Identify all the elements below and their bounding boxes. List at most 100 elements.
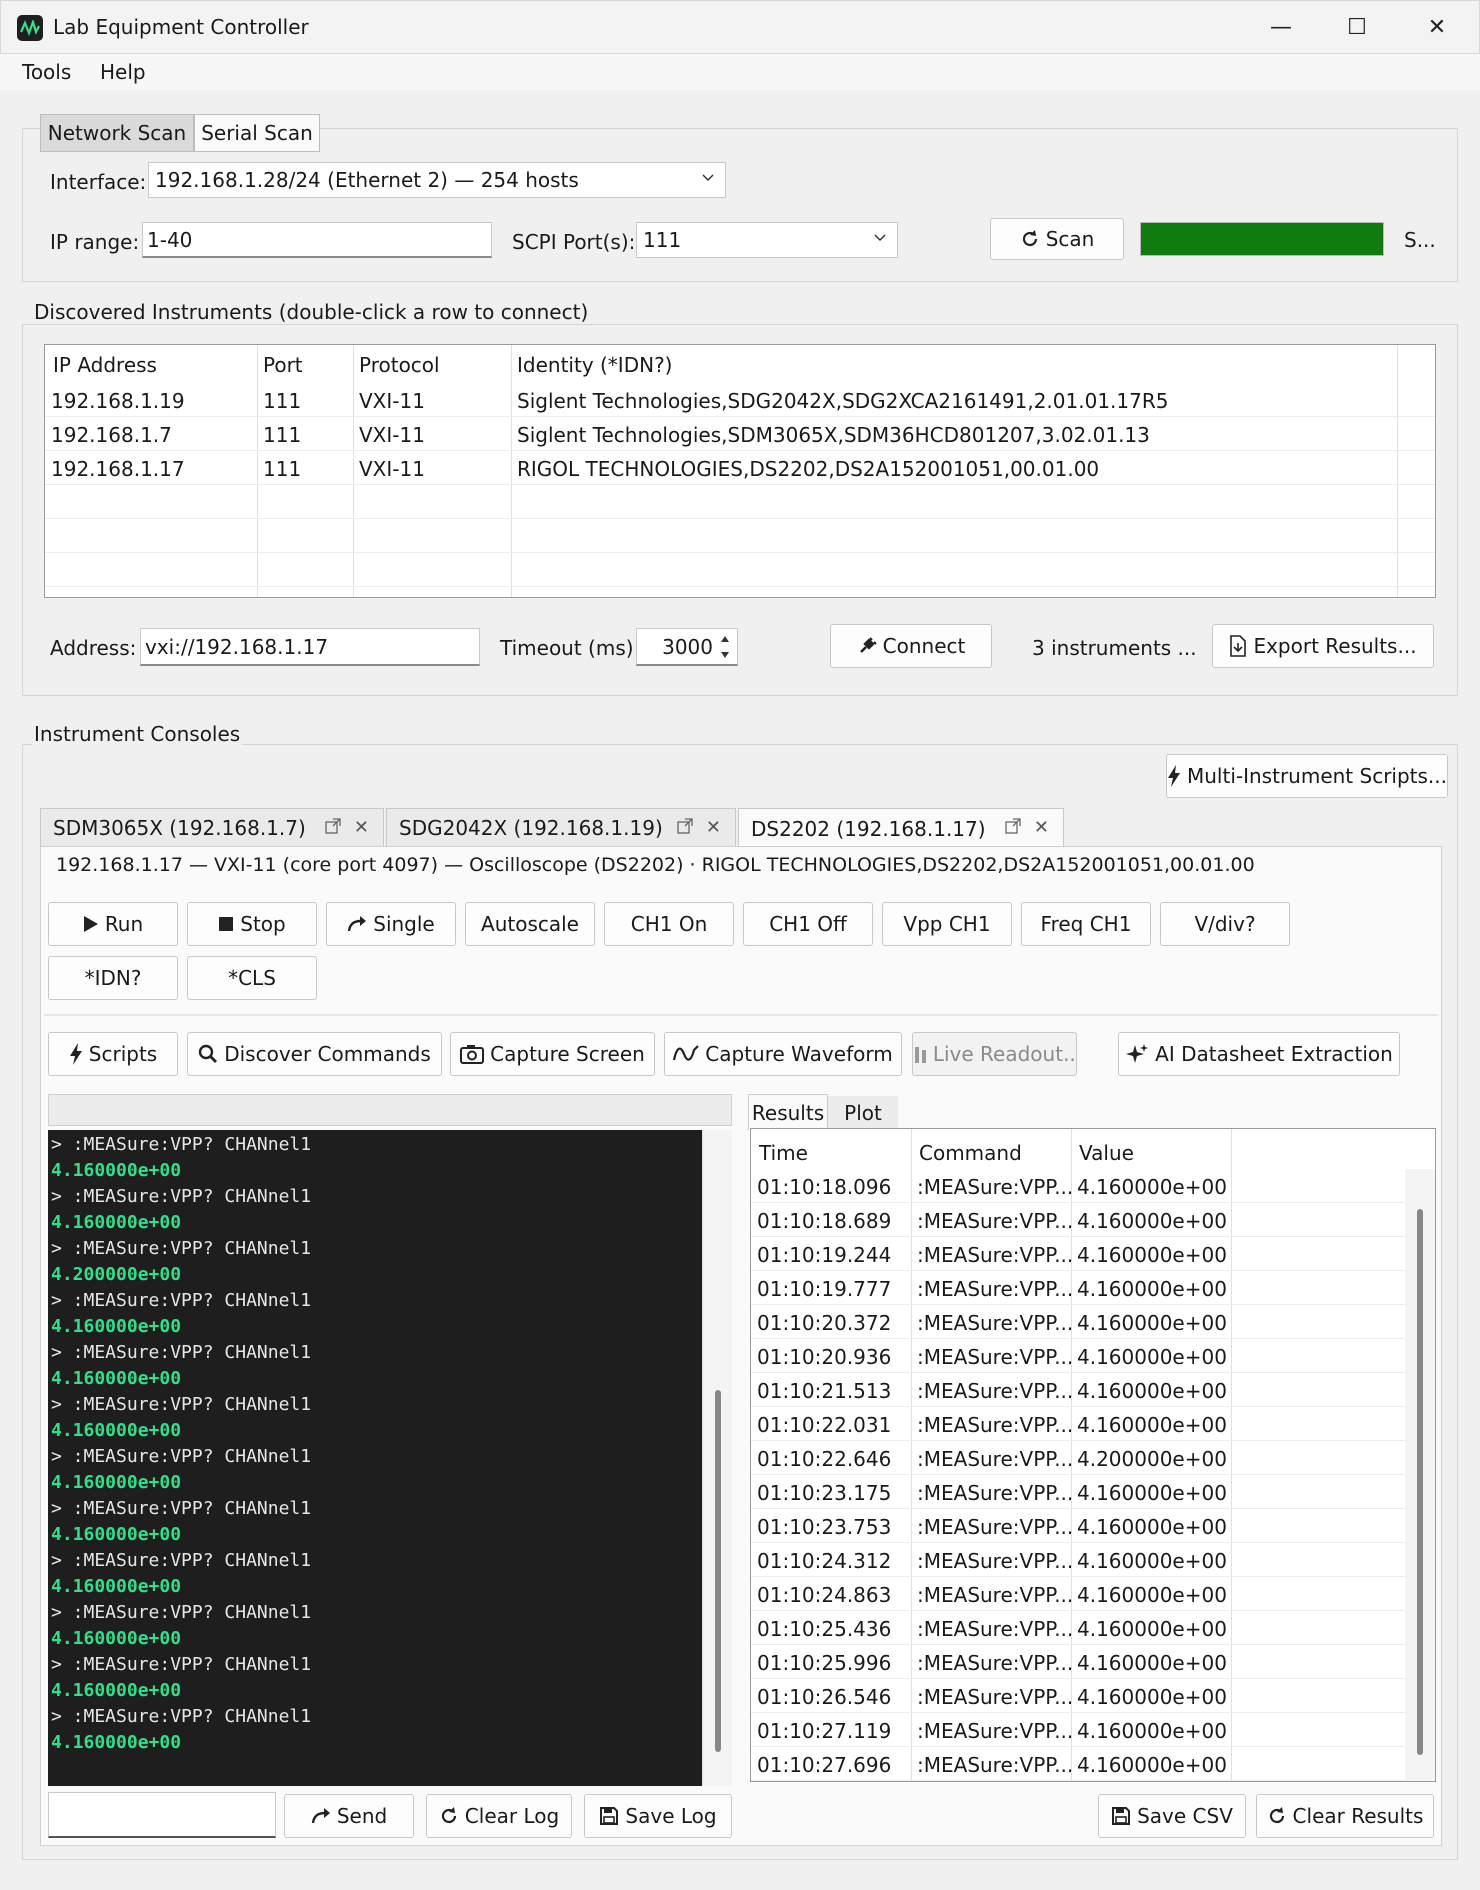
cell-value: 4.160000e+00 [1077,1515,1227,1539]
log-command-line: > :MEASure:VPP? CHANnel1 [51,1706,312,1727]
scpi-port-select[interactable]: 111 [636,222,898,258]
tab-serial-scan[interactable]: Serial Scan [194,114,320,152]
results-row[interactable]: 01:10:25.996:MEASure:VPP... 4.160000e+00 [751,1645,1405,1679]
autoscale-button[interactable]: Autoscale [465,902,595,946]
col-value[interactable]: Value [1079,1141,1134,1165]
save-csv-button[interactable]: Save CSV [1098,1794,1246,1838]
cell-time: 01:10:24.312 [757,1549,892,1573]
cell-time: 01:10:26.546 [757,1685,892,1709]
results-row[interactable]: 01:10:19.777:MEASure:VPP... 4.160000e+00 [751,1271,1405,1305]
results-row[interactable]: 01:10:22.031:MEASure:VPP... 4.160000e+00 [751,1407,1405,1441]
results-row[interactable]: 01:10:24.312:MEASure:VPP... 4.160000e+00 [751,1543,1405,1577]
tab-sdm3065x[interactable]: SDM3065X (192.168.1.7) ✕ [40,808,384,846]
clear-log-button[interactable]: Clear Log [426,1794,572,1838]
connect-button[interactable]: Connect [830,624,992,668]
results-row[interactable]: 01:10:25.436:MEASure:VPP... 4.160000e+00 [751,1611,1405,1645]
lightning-icon [69,1043,83,1065]
ai-datasheet-extraction-button[interactable]: AI Datasheet Extraction [1118,1032,1400,1076]
export-results-button[interactable]: Export Results... [1212,624,1434,668]
clear-results-button[interactable]: Clear Results [1256,1794,1434,1838]
tab-plot[interactable]: Plot [828,1096,898,1130]
close-tab-icon[interactable]: ✕ [354,817,369,838]
col-port[interactable]: Port [263,353,303,377]
scripts-button[interactable]: Scripts [48,1032,178,1076]
log-scrollbar[interactable] [702,1130,732,1786]
vdiv-query-button[interactable]: V/div? [1160,902,1290,946]
cell-value: 4.160000e+00 [1077,1243,1227,1267]
stop-button[interactable]: Stop [187,902,317,946]
log-scrollbar-thumb[interactable] [715,1390,721,1752]
refresh-icon [1267,1806,1287,1826]
results-row[interactable]: 01:10:19.244:MEASure:VPP... 4.160000e+00 [751,1237,1405,1271]
ch1-off-button[interactable]: CH1 Off [743,902,873,946]
table-row[interactable]: 192.168.1.17 111 VXI-11 RIGOL TECHNOLOGI… [45,451,1435,485]
maximize-button[interactable]: ☐ [1317,1,1397,53]
col-identity[interactable]: Identity (*IDN?) [517,353,673,377]
run-button[interactable]: Run [48,902,178,946]
scan-button[interactable]: Scan [990,218,1124,260]
interface-select[interactable]: 192.168.1.28/24 (Ethernet 2) — 254 hosts [148,162,726,198]
save-log-button[interactable]: Save Log [584,1794,732,1838]
results-row[interactable]: 01:10:20.936:MEASure:VPP... 4.160000e+00 [751,1339,1405,1373]
freq-ch1-button[interactable]: Freq CH1 [1021,902,1151,946]
address-input[interactable]: vxi://192.168.1.17 [140,628,480,666]
multi-instrument-scripts-button[interactable]: Multi-Instrument Scripts... [1166,754,1448,798]
vpp-ch1-button[interactable]: Vpp CH1 [882,902,1012,946]
close-window-button[interactable]: ✕ [1397,1,1477,53]
log-response-line: 4.160000e+00 [51,1316,182,1337]
tab-label: SDG2042X (192.168.1.19) [399,815,663,840]
log-response-line: 4.160000e+00 [51,1420,182,1441]
close-tab-icon[interactable]: ✕ [1034,817,1049,838]
log-command-line: > :MEASure:VPP? CHANnel1 [51,1290,312,1311]
col-command[interactable]: Command [919,1141,1022,1165]
tab-results[interactable]: Results [748,1094,828,1130]
minimize-button[interactable]: — [1241,1,1321,53]
results-row[interactable]: 01:10:18.096:MEASure:VPP... 4.160000e+00 [751,1169,1405,1203]
results-row[interactable]: 01:10:18.689:MEASure:VPP... 4.160000e+00 [751,1203,1405,1237]
spin-arrows-icon[interactable] [718,632,732,662]
console-log[interactable]: > :MEASure:VPP? CHANnel1 4.160000e+00 > :M… [48,1130,702,1786]
single-button[interactable]: Single [326,902,456,946]
results-scrollbar-thumb[interactable] [1417,1209,1423,1755]
capture-screen-button[interactable]: Capture Screen [450,1032,655,1076]
idn-query-button[interactable]: *IDN? [48,956,178,1000]
cell-identity: Siglent Technologies,SDG2042X,SDG2XCA216… [517,389,1169,413]
menu-help[interactable]: Help [100,60,146,84]
results-row[interactable]: 01:10:23.175:MEASure:VPP... 4.160000e+00 [751,1475,1405,1509]
log-command-line: > :MEASure:VPP? CHANnel1 [51,1134,312,1155]
popout-icon[interactable] [1005,818,1021,834]
tab-network-scan[interactable]: Network Scan [40,114,194,152]
cell-value: 4.160000e+00 [1077,1753,1227,1777]
results-row[interactable]: 01:10:27.119:MEASure:VPP... 4.160000e+00 [751,1713,1405,1747]
command-input[interactable] [48,1792,276,1838]
results-row[interactable]: 01:10:23.753:MEASure:VPP... 4.160000e+00 [751,1509,1405,1543]
results-row[interactable]: 01:10:24.863:MEASure:VPP... 4.160000e+00 [751,1577,1405,1611]
ip-range-input[interactable]: 1-40 [142,222,492,258]
send-button[interactable]: Send [284,1794,414,1838]
popout-icon[interactable] [325,818,341,834]
cls-button[interactable]: *CLS [187,956,317,1000]
capture-waveform-button[interactable]: Capture Waveform [664,1032,902,1076]
close-tab-icon[interactable]: ✕ [706,817,721,838]
results-row[interactable]: 01:10:20.372:MEASure:VPP... 4.160000e+00 [751,1305,1405,1339]
cell-protocol: VXI-11 [359,457,425,481]
results-row[interactable]: 01:10:22.646:MEASure:VPP... 4.200000e+00 [751,1441,1405,1475]
col-time[interactable]: Time [759,1141,808,1165]
live-readout-button[interactable]: Live Readout... [912,1032,1077,1076]
results-row[interactable]: 01:10:21.513:MEASure:VPP... 4.160000e+00 [751,1373,1405,1407]
table-row[interactable]: 192.168.1.19 111 VXI-11 Siglent Technolo… [45,383,1435,417]
col-ip-address[interactable]: IP Address [53,353,157,377]
results-row[interactable]: 01:10:26.546:MEASure:VPP... 4.160000e+00 [751,1679,1405,1713]
col-protocol[interactable]: Protocol [359,353,440,377]
results-row[interactable]: 01:10:27.696:MEASure:VPP... 4.160000e+00 [751,1747,1405,1781]
cell-command: :MEASure:VPP... [917,1413,1074,1437]
results-scrollbar[interactable] [1405,1169,1435,1781]
cell-command: :MEASure:VPP... [917,1345,1074,1369]
tab-ds2202[interactable]: DS2202 (192.168.1.17) ✕ [738,808,1064,848]
discover-commands-button[interactable]: Discover Commands [187,1032,442,1076]
menu-tools[interactable]: Tools [22,60,71,84]
ch1-on-button[interactable]: CH1 On [604,902,734,946]
tab-sdg2042x[interactable]: SDG2042X (192.168.1.19) ✕ [386,808,736,846]
popout-icon[interactable] [677,818,693,834]
table-row[interactable]: 192.168.1.7 111 VXI-11 Siglent Technolog… [45,417,1435,451]
